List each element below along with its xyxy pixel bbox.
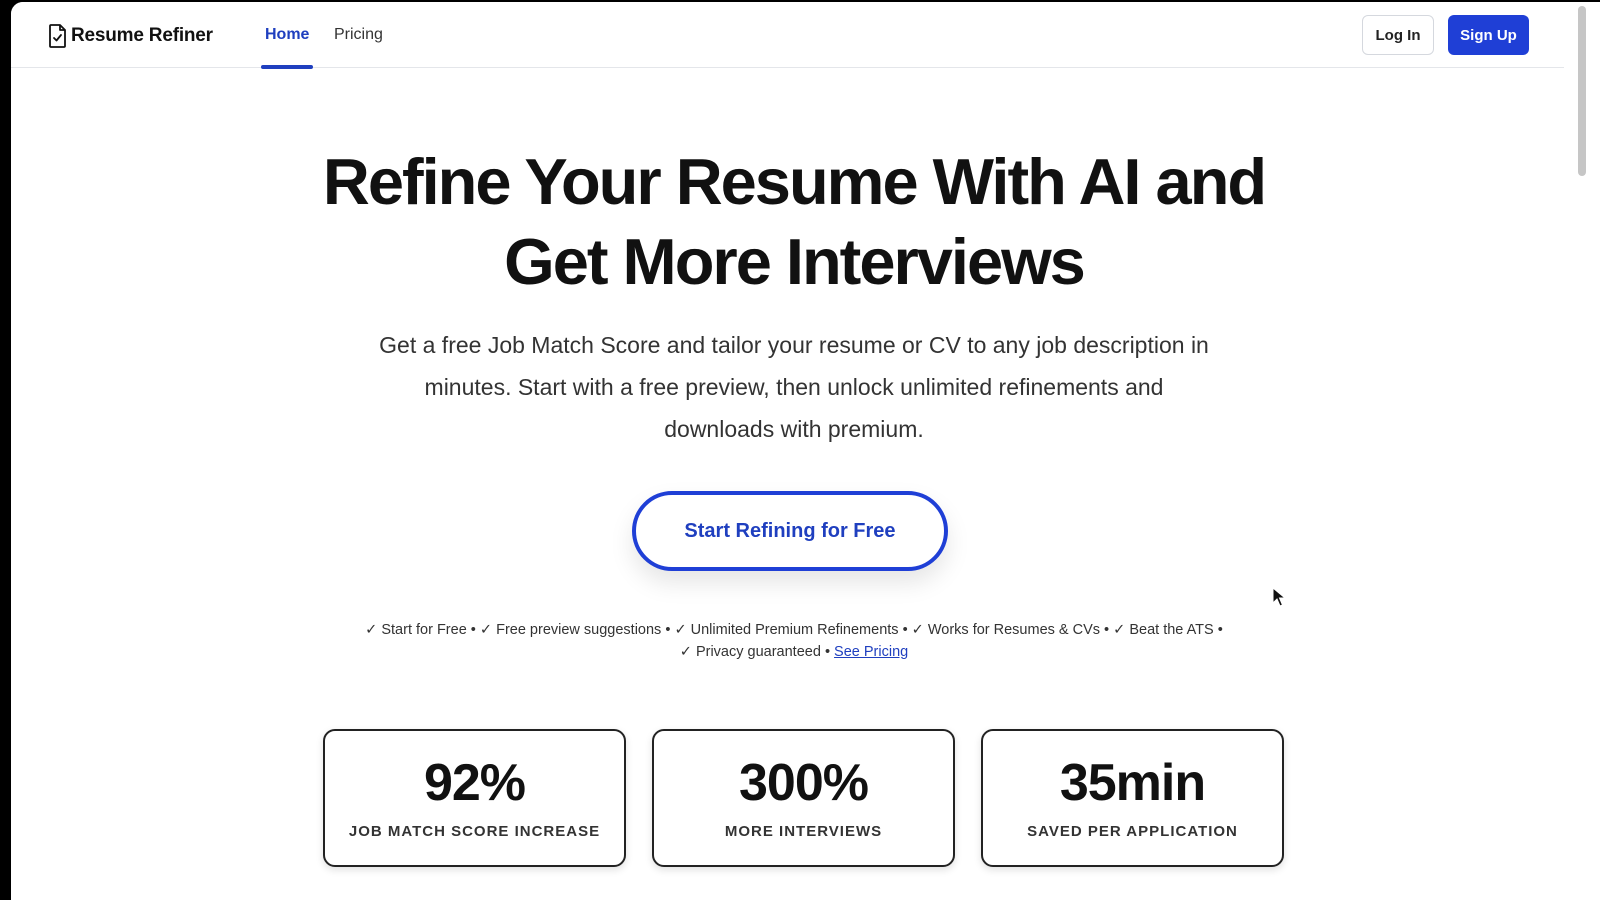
signup-button[interactable]: Sign Up bbox=[1448, 15, 1529, 55]
stat-label: SAVED PER APPLICATION bbox=[1027, 823, 1238, 840]
stat-card: 92% JOB MATCH SCORE INCREASE bbox=[323, 729, 626, 867]
stat-label: JOB MATCH SCORE INCREASE bbox=[348, 823, 601, 840]
separator: • bbox=[470, 622, 476, 638]
site-header: Resume Refiner Home Pricing Log In Sign … bbox=[11, 2, 1577, 69]
logo-text: Resume Refiner bbox=[71, 25, 213, 46]
stat-value: 300% bbox=[739, 754, 869, 812]
feature-item: ✓ Free preview suggestions bbox=[479, 622, 662, 638]
hero-subtitle: Get a free Job Match Score and tailor yo… bbox=[379, 332, 1209, 442]
separator: • bbox=[902, 622, 908, 638]
nav-tab-pricing[interactable]: Pricing bbox=[334, 2, 383, 68]
stat-card: 300% MORE INTERVIEWS bbox=[652, 729, 955, 867]
landing-page: Resume Refiner Home Pricing Log In Sign … bbox=[11, 2, 1577, 900]
hero-title-line-2: Get More Interviews bbox=[504, 225, 1086, 298]
feature-item: ✓ Unlimited Premium Refinements bbox=[674, 622, 899, 638]
nav-tab-home[interactable]: Home bbox=[260, 2, 314, 69]
start-refining-button[interactable]: Start Refining for Free bbox=[632, 491, 948, 571]
mouse-pointer-icon bbox=[1272, 587, 1286, 607]
stat-label: MORE INTERVIEWS bbox=[724, 823, 883, 840]
feature-list: ✓ Start for Free • ✓ Free preview sugges… bbox=[294, 619, 1294, 663]
logo[interactable]: Resume Refiner bbox=[47, 22, 213, 50]
hero-title-line-1: Refine Your Resume With AI and bbox=[322, 145, 1267, 218]
see-pricing-link[interactable]: See Pricing bbox=[834, 644, 908, 660]
separator: • bbox=[824, 644, 831, 660]
stat-value: 92% bbox=[423, 754, 526, 812]
feature-item: ✓ Start for Free bbox=[365, 622, 467, 638]
feature-item: ✓ Privacy guaranteed bbox=[679, 644, 821, 660]
scrollbar-thumb[interactable] bbox=[1578, 6, 1586, 176]
stat-card: 35min SAVED PER APPLICATION bbox=[981, 729, 1284, 867]
feature-item: ✓ Works for Resumes & CVs bbox=[911, 622, 1101, 638]
login-button[interactable]: Log In bbox=[1362, 15, 1434, 55]
stat-value: 35min bbox=[1059, 754, 1206, 812]
separator: • bbox=[1217, 622, 1223, 638]
separator: • bbox=[1104, 622, 1110, 638]
separator: • bbox=[665, 622, 671, 638]
feature-item: ✓ Beat the ATS bbox=[1113, 622, 1214, 638]
document-check-icon bbox=[49, 24, 66, 48]
browser-window: Resume Refiner Home Pricing Log In Sign … bbox=[11, 2, 1577, 900]
hero-title: Refine Your Resume With AI and Get More … bbox=[11, 142, 1577, 302]
